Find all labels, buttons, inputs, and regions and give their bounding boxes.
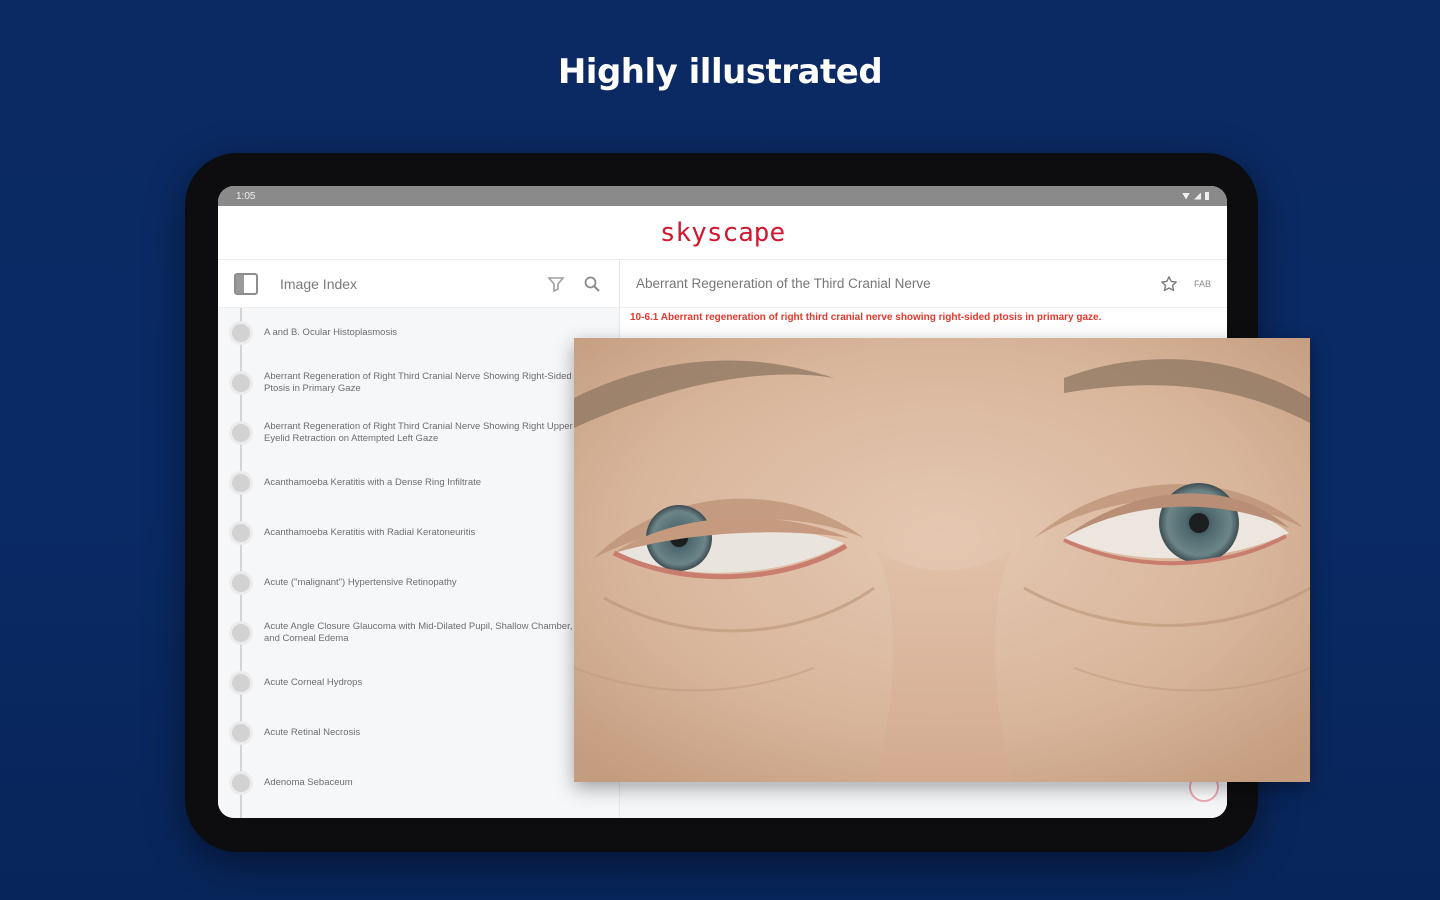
list-bullet: [229, 521, 253, 545]
list-bullet: [229, 321, 253, 345]
list-bullet: [229, 371, 253, 395]
eye-photo-illustration: [574, 338, 1310, 782]
signal-icon: [1194, 192, 1201, 200]
search-icon[interactable]: [581, 273, 603, 295]
app-bar: skyscape: [218, 206, 1227, 260]
wifi-icon: [1182, 192, 1190, 200]
list-item[interactable]: A and B. Ocular Histoplasmosis: [218, 308, 619, 358]
list-item-label: Acanthamoeba Keratitis with Radial Kerat…: [264, 527, 476, 538]
battery-icon: [1205, 192, 1209, 200]
list-bullet: [229, 621, 253, 645]
status-icons: [1182, 192, 1209, 200]
list-item[interactable]: Adenoma Sebaceum: [218, 758, 619, 808]
status-bar: 1:05: [218, 186, 1227, 206]
list-bullet: [229, 571, 253, 595]
fab-label[interactable]: FAB: [1194, 279, 1211, 289]
list-item[interactable]: Aberrant Regeneration of Right Third Cra…: [218, 408, 619, 458]
star-icon[interactable]: [1160, 275, 1178, 293]
image-index-pane: Image Index A and B. Ocular Histoplasmos…: [218, 260, 620, 818]
headline: Highly illustrated: [557, 52, 883, 92]
sidebar-panel-icon[interactable]: [234, 272, 258, 295]
skyscape-logo[interactable]: skyscape: [660, 218, 785, 248]
document-footer: [620, 784, 1227, 818]
filter-icon[interactable]: [545, 273, 567, 295]
list-item-label: Acute ("malignant") Hypertensive Retinop…: [264, 577, 457, 588]
list-bullet: [229, 471, 253, 495]
image-index-header: Image Index: [218, 260, 619, 308]
document-header: Aberrant Regeneration of the Third Crani…: [620, 260, 1227, 308]
list-item-label: A and B. Ocular Histoplasmosis: [264, 327, 398, 338]
figure-caption: 10-6.1 Aberrant regeneration of right th…: [630, 312, 1102, 323]
list-item[interactable]: Acute Retinal Necrosis: [218, 708, 619, 758]
list-item-label: Acute Corneal Hydrops: [264, 677, 363, 688]
status-time: 1:05: [236, 190, 256, 202]
list-item-label: Acute Retinal Necrosis: [264, 727, 361, 738]
image-index-title: Image Index: [280, 275, 358, 292]
list-bullet: [229, 771, 253, 795]
list-item[interactable]: Aberrant Regeneration of Right Third Cra…: [218, 358, 619, 408]
list-item-label: Acute Angle Closure Glaucoma with Mid-Di…: [264, 621, 573, 644]
list-item[interactable]: Acute Corneal Hydrops: [218, 658, 619, 708]
list-item-label: Acanthamoeba Keratitis with a Dense Ring…: [264, 477, 482, 488]
list-bullet: [229, 721, 253, 745]
clinical-photo: [574, 338, 1310, 782]
list-bullet: [229, 671, 253, 695]
list-item[interactable]: Acanthamoeba Keratitis with Radial Kerat…: [218, 508, 619, 558]
list-item-label: Adenoma Sebaceum: [264, 777, 353, 788]
list-item[interactable]: Acute Angle Closure Glaucoma with Mid-Di…: [218, 608, 619, 658]
list-item[interactable]: Acute ("malignant") Hypertensive Retinop…: [218, 558, 619, 608]
document-title: Aberrant Regeneration of the Third Crani…: [636, 276, 931, 291]
list-item[interactable]: Acanthamoeba Keratitis with a Dense Ring…: [218, 458, 619, 508]
list-bullet: [229, 421, 253, 445]
list-item-label: Aberrant Regeneration of Right Third Cra…: [264, 371, 572, 394]
list-item-label: Aberrant Regeneration of Right Third Cra…: [264, 421, 573, 444]
